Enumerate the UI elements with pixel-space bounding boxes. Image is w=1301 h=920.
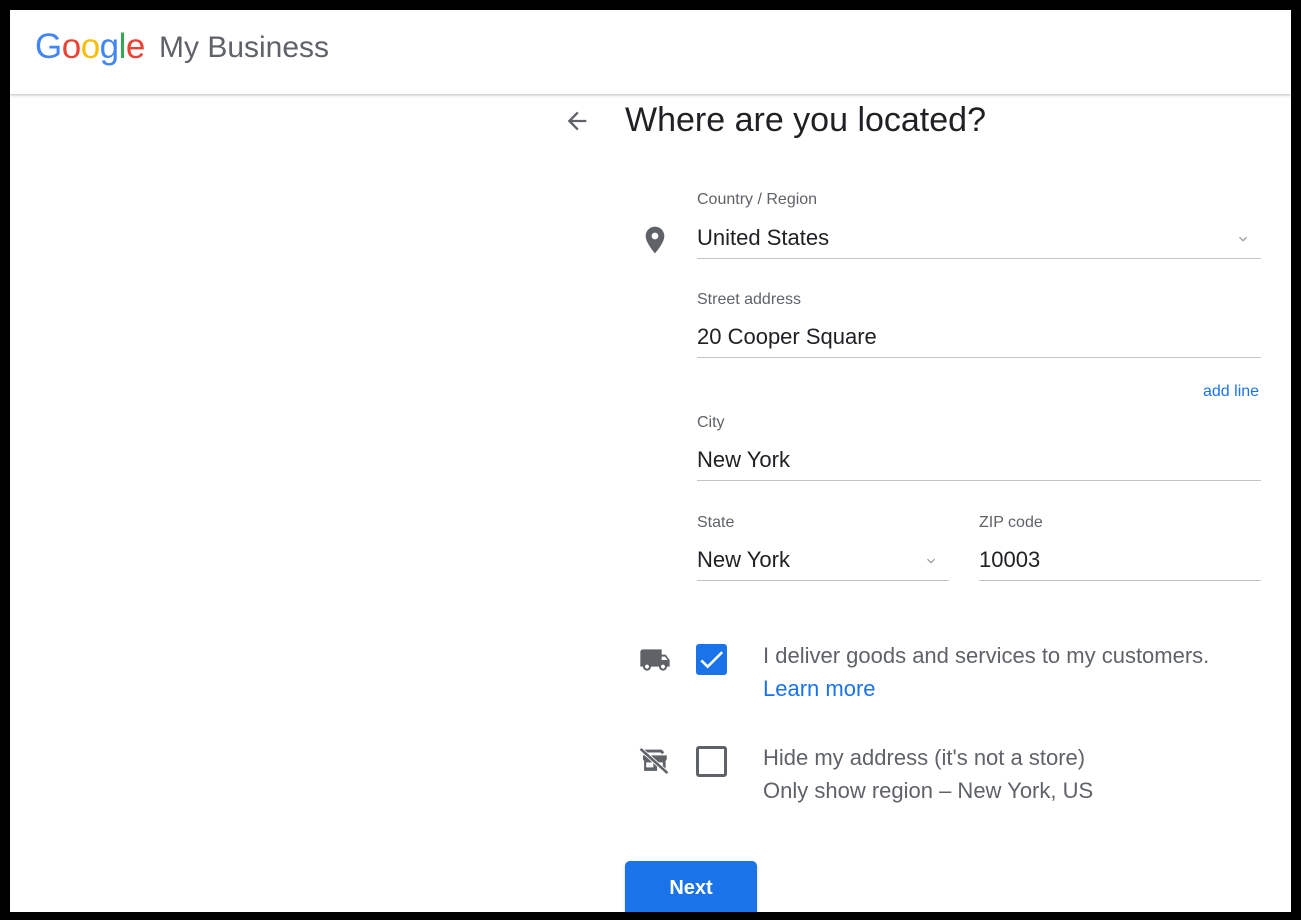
logo-letter: e [125,27,145,66]
learn-more-link[interactable]: Learn more [763,672,876,705]
street-label: Street address [697,291,802,308]
logo-letter: g [99,27,119,66]
zip-code-input[interactable]: 10003 [979,543,1261,581]
state-select[interactable]: New York [697,543,949,581]
store-off-icon [639,747,669,775]
hide-address-text: Hide my address (it's not a store) [763,745,1086,770]
zip-label: ZIP code [979,514,1043,531]
location-pin-icon [645,226,665,254]
page-title: Where are you located? [625,101,986,139]
add-line-link[interactable]: add line [1203,382,1259,402]
zip-value: 10003 [979,547,1041,572]
logo-letter: G [35,27,62,66]
delivery-truck-icon [640,649,670,671]
deliver-checkbox[interactable] [696,644,727,675]
deliver-option-text: I deliver goods and services to my custo… [763,643,1210,668]
state-value: New York [697,547,790,572]
street-value: 20 Cooper Square [697,324,877,349]
state-label: State [697,514,735,531]
google-logo[interactable]: Google [35,26,145,68]
page-frame: Google My Business Where are you located… [10,10,1291,912]
next-button[interactable]: Next [625,861,757,912]
check-icon [700,651,724,669]
country-select[interactable]: United States [697,221,1261,259]
logo-letter: o [80,27,100,66]
country-label: Country / Region [697,191,818,208]
logo-letter: l [118,27,127,66]
city-input[interactable]: New York [697,443,1261,481]
app-header: Google My Business [10,10,1291,94]
product-name: My Business [159,31,330,64]
city-label: City [697,414,725,431]
street-address-input[interactable]: 20 Cooper Square [697,320,1261,358]
hide-address-subtext: Only show region – New York, US [763,778,1094,803]
hide-address-checkbox[interactable] [696,746,727,777]
logo-letter: o [61,27,81,66]
chevron-down-icon [927,558,935,564]
country-value: United States [697,225,830,250]
back-button[interactable] [558,102,596,140]
chevron-down-icon [1239,236,1247,242]
arrow-back-icon [567,111,587,131]
city-value: New York [697,447,790,472]
